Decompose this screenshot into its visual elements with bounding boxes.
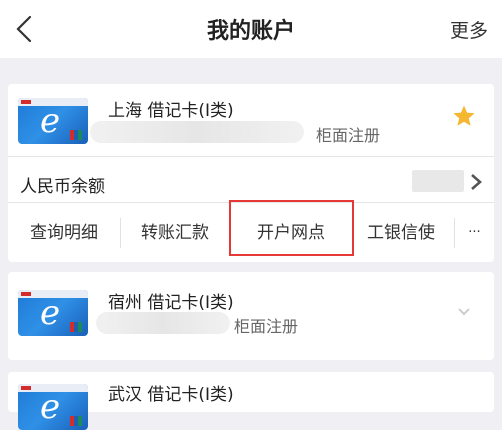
icbc-messenger-button[interactable]: 工银信使 xyxy=(353,204,449,262)
chevron-down-icon[interactable] xyxy=(456,304,472,320)
bank-card-icon: e xyxy=(18,384,88,430)
highlight-annotation xyxy=(229,200,354,256)
page-title: 我的账户 xyxy=(206,19,295,44)
bank-card-icon: e xyxy=(18,98,88,144)
account-name: 上海 借记卡(Ⅰ类) xyxy=(108,101,234,121)
account-name: 武汉 借记卡(Ⅰ类) xyxy=(108,385,234,405)
account-card[interactable]: e 武汉 借记卡(Ⅰ类) xyxy=(8,372,494,430)
registration-label: 柜面注册 xyxy=(316,126,381,145)
balance-label: 人民币余额 xyxy=(20,177,105,197)
masked-account-number xyxy=(90,121,304,143)
query-details-button[interactable]: 查询明细 xyxy=(8,204,120,262)
account-name: 宿州 借记卡(Ⅰ类) xyxy=(108,293,234,313)
chevron-right-icon[interactable] xyxy=(468,172,484,192)
more-actions-button[interactable]: ··· xyxy=(455,204,494,262)
registration-label: 柜面注册 xyxy=(234,317,299,336)
account-card[interactable]: e 宿州 借记卡(Ⅰ类) 柜面注册 xyxy=(8,272,494,360)
star-icon[interactable] xyxy=(452,104,476,128)
more-button[interactable]: 更多 xyxy=(450,16,488,43)
transfer-button[interactable]: 转账汇款 xyxy=(121,204,229,262)
top-bar: 我的账户 更多 xyxy=(0,0,502,58)
masked-account-number xyxy=(96,312,230,334)
divider xyxy=(8,156,494,157)
masked-balance xyxy=(412,170,464,192)
bank-card-icon: e xyxy=(18,290,88,336)
